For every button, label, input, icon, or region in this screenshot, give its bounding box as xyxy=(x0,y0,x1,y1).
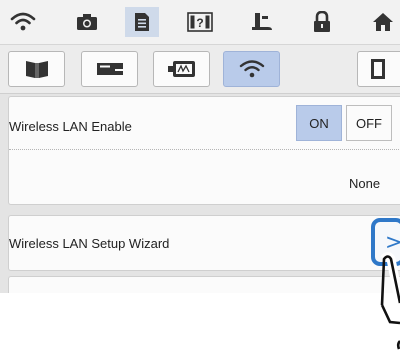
sewing-foot-icon[interactable] xyxy=(245,7,279,37)
embroidery-frame-icon xyxy=(167,61,195,77)
book-icon xyxy=(25,61,48,78)
wireless-lan-setup-wizard-row[interactable]: Wireless LAN Setup Wizard > xyxy=(8,215,400,271)
next-setting-row[interactable] xyxy=(8,276,400,293)
camera-icon[interactable] xyxy=(70,7,104,37)
hand-pointer-icon xyxy=(380,252,400,350)
wireless-lan-enable-label: Wireless LAN Enable xyxy=(9,119,132,134)
svg-text:?: ? xyxy=(196,16,203,30)
help-icon[interactable]: ? xyxy=(183,7,217,37)
settings-screen: ? Wireless LAN Enable ON OFF None Wirele… xyxy=(0,0,400,293)
wireless-lan-setup-wizard-label: Wireless LAN Setup Wizard xyxy=(9,236,170,251)
wifi-icon[interactable] xyxy=(6,7,40,37)
wireless-lan-enable-setting: Wireless LAN Enable ON OFF None xyxy=(8,96,400,205)
sewing-machine-icon xyxy=(96,63,123,75)
settings-category-tabs xyxy=(0,45,400,94)
home-icon[interactable] xyxy=(366,7,400,37)
wireless-tab[interactable] xyxy=(223,51,280,87)
on-button[interactable]: ON xyxy=(296,105,342,141)
hoop-icon xyxy=(370,59,385,79)
embroidery-tab[interactable] xyxy=(153,51,210,87)
document-icon[interactable] xyxy=(125,7,159,37)
lower-margin xyxy=(0,293,400,354)
row-divider xyxy=(9,149,400,150)
frame-tab[interactable] xyxy=(357,51,400,87)
manual-tab[interactable] xyxy=(8,51,65,87)
lock-icon[interactable] xyxy=(305,7,339,37)
network-name-value: None xyxy=(349,176,381,191)
off-button[interactable]: OFF xyxy=(346,105,392,141)
machine-tab[interactable] xyxy=(81,51,138,87)
wifi-icon xyxy=(239,60,264,78)
top-toolbar: ? xyxy=(0,0,400,45)
